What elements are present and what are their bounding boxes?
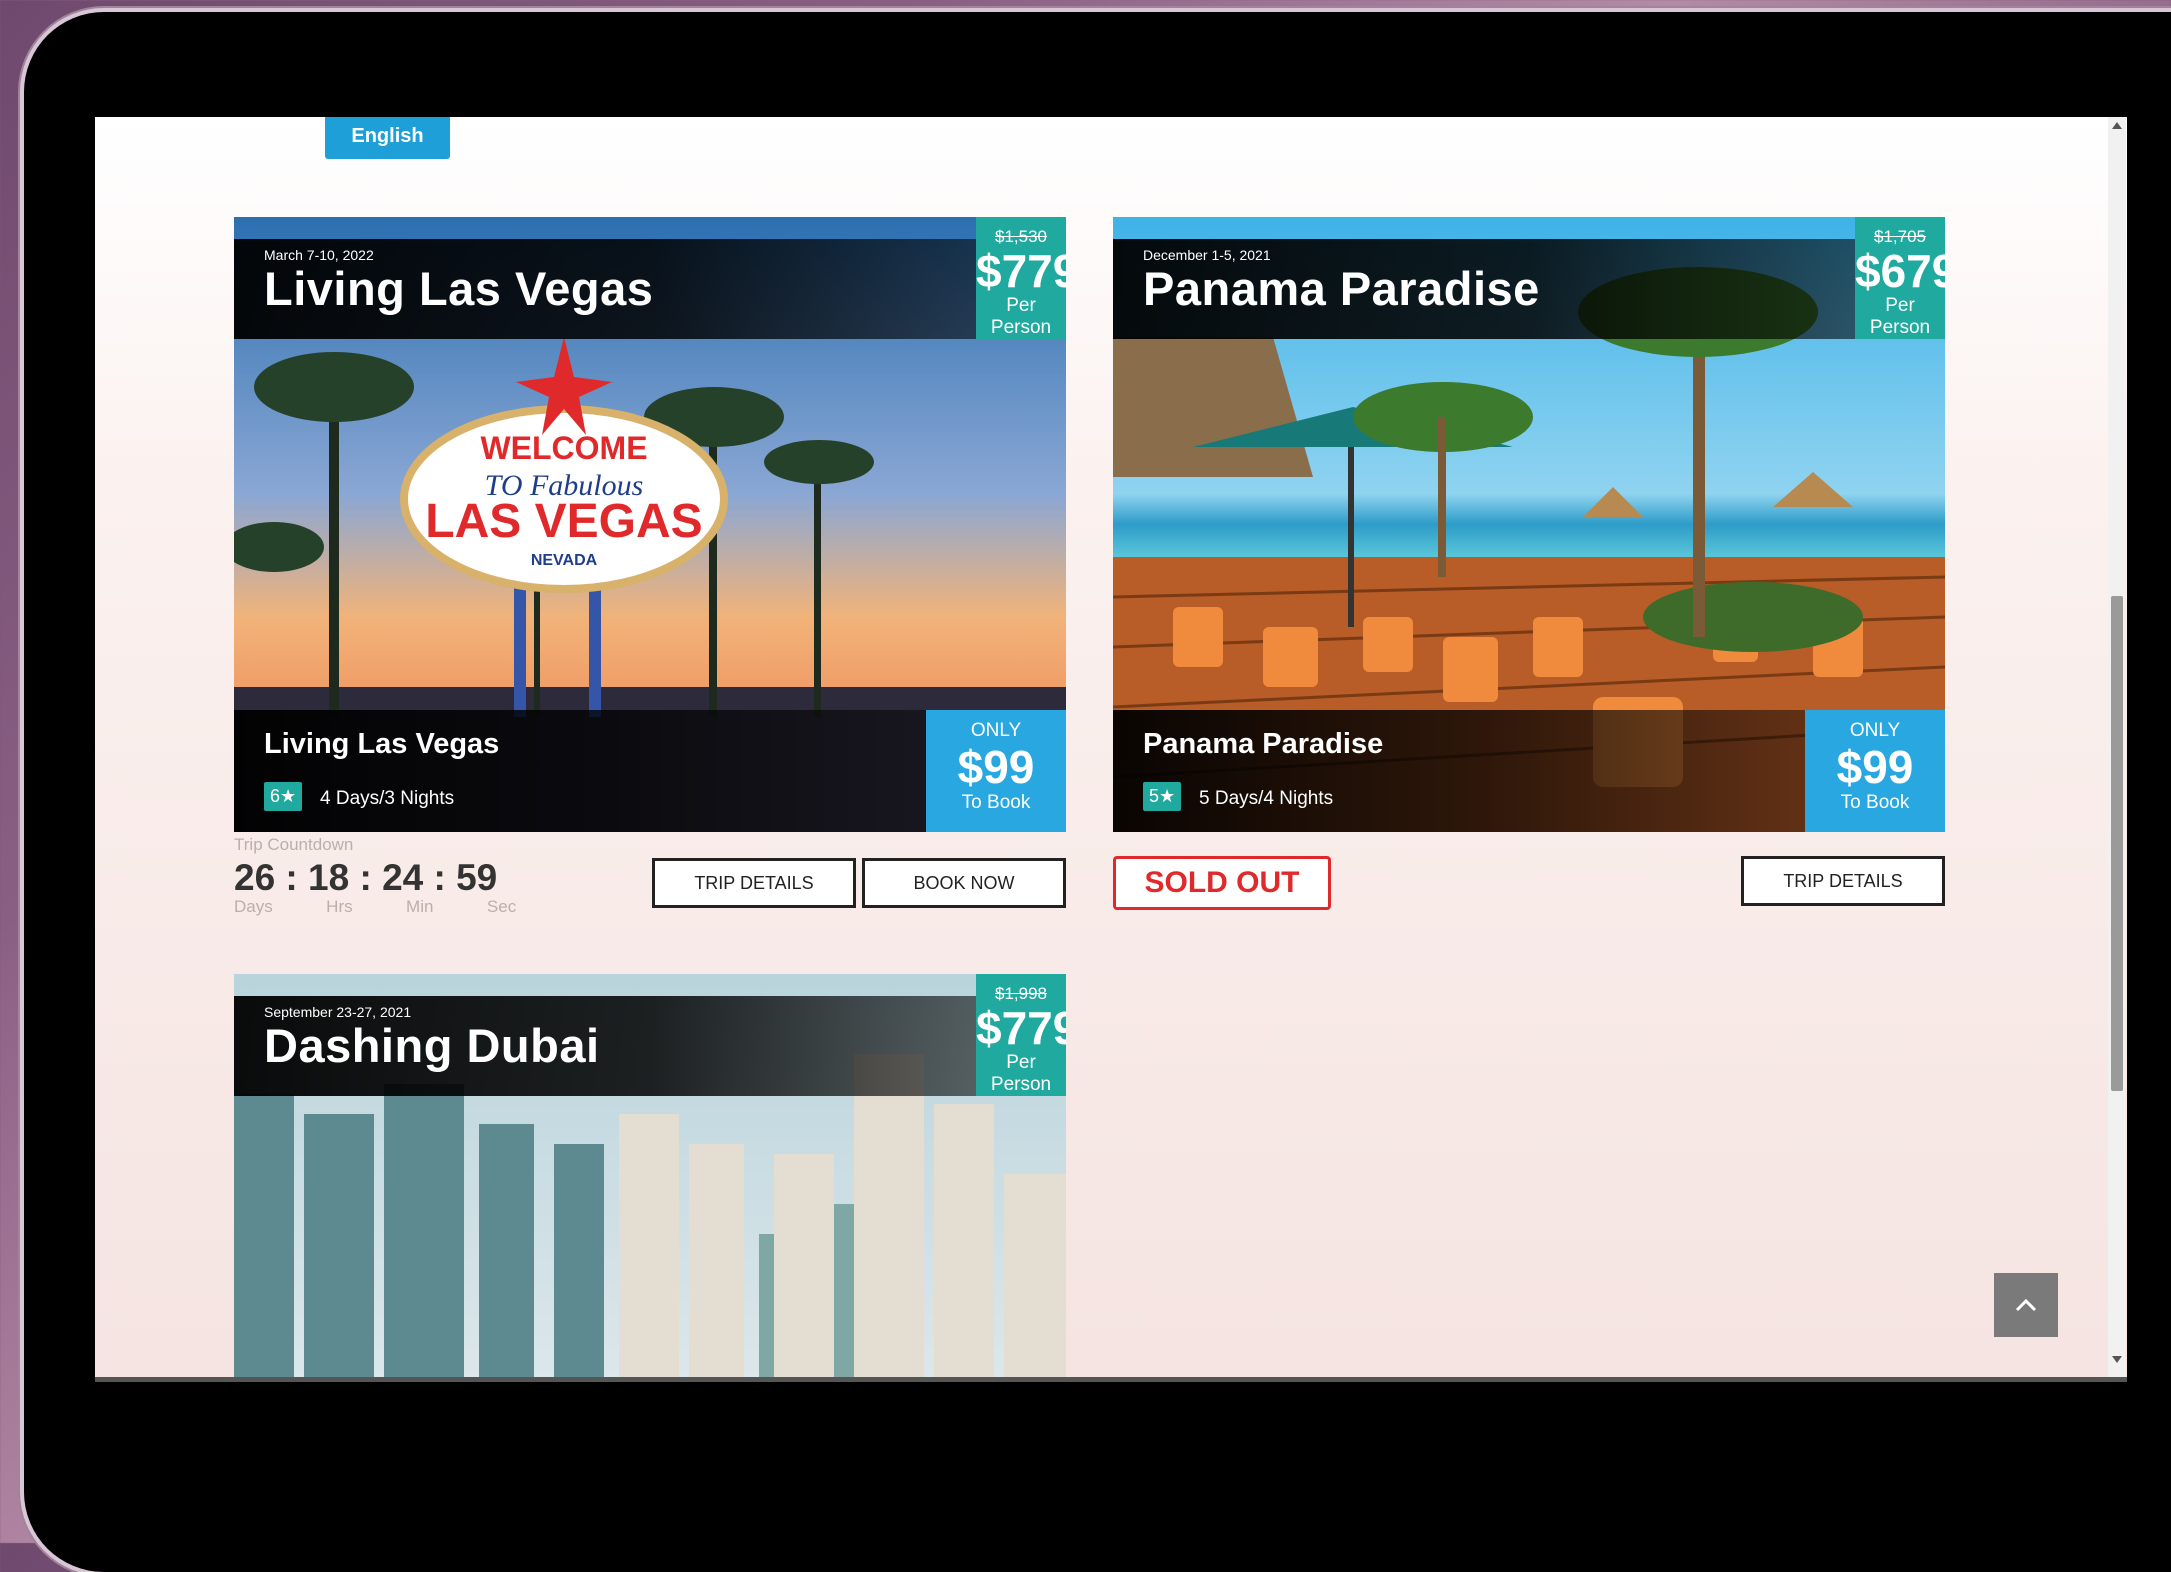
- trip-title[interactable]: Living Las Vegas: [264, 261, 653, 316]
- trip-name: Panama Paradise: [1143, 728, 1384, 760]
- trip-duration: 5 Days/4 Nights: [1199, 788, 1334, 809]
- price-box: $1,530 $779 Per Person: [976, 217, 1066, 339]
- per-person-label: Per Person: [990, 295, 1052, 338]
- language-button[interactable]: English: [325, 117, 450, 159]
- to-book-label: To Book: [1840, 792, 1910, 813]
- old-price: $1,998: [995, 984, 1047, 1003]
- trip-card-las-vegas[interactable]: WELCOME TO Fabulous LAS VEGAS NEVADA Mar…: [234, 217, 1066, 832]
- price-box: $1,998 $779 Per Person: [976, 974, 1066, 1096]
- trip-details-button[interactable]: TRIP DETAILS: [652, 858, 856, 908]
- svg-text:LAS VEGAS: LAS VEGAS: [425, 495, 702, 548]
- per-person-label: Per Person: [1869, 295, 1931, 338]
- price: $779: [976, 245, 1066, 297]
- sold-out-badge: SOLD OUT: [1113, 856, 1331, 910]
- deposit-box: ONLY $99 To Book: [1805, 710, 1945, 832]
- chevron-up-icon: [2015, 1298, 2037, 1312]
- screen-bottom-edge: [95, 1377, 2127, 1382]
- countdown-label: Trip Countdown: [234, 835, 354, 854]
- old-price: $1,530: [995, 227, 1047, 246]
- price-box: $1,705 $679 Per Person: [1855, 217, 1945, 339]
- browser-viewport: English WELCOME TO Fabulous LAS VEGAS NE…: [95, 117, 2127, 1379]
- book-now-button[interactable]: BOOK NOW: [862, 858, 1066, 908]
- price: $779: [976, 1002, 1066, 1054]
- trip-card-panama[interactable]: December 1-5, 2021 Panama Paradise $1,70…: [1113, 217, 1945, 832]
- scroll-down-arrow-icon[interactable]: [2112, 1356, 2122, 1363]
- card-footer-bar: Living Las Vegas 6★ 4 Days/3 Nights ONLY…: [234, 710, 1066, 832]
- only-label: ONLY: [1849, 720, 1901, 741]
- svg-text:NEVADA: NEVADA: [531, 552, 598, 569]
- back-to-top-button[interactable]: [1994, 1273, 2058, 1337]
- old-price: $1,705: [1874, 227, 1926, 246]
- countdown-units: Days Hrs Min Sec: [234, 897, 517, 916]
- card-footer-bar: Panama Paradise 5★ 5 Days/4 Nights ONLY …: [1113, 710, 1945, 832]
- trip-details-button[interactable]: TRIP DETAILS: [1741, 856, 1945, 906]
- countdown-timer: 26 : 18 : 24 : 59: [234, 857, 498, 898]
- svg-text:WELCOME: WELCOME: [480, 430, 647, 466]
- trip-duration: 4 Days/3 Nights: [320, 788, 455, 809]
- deposit-box: ONLY $99 To Book: [926, 710, 1066, 832]
- scrollbar-thumb[interactable]: [2111, 596, 2123, 1091]
- trip-title[interactable]: Dashing Dubai: [264, 1018, 600, 1073]
- only-label: ONLY: [970, 720, 1022, 741]
- trip-name: Living Las Vegas: [264, 728, 500, 760]
- price: $679: [1855, 245, 1945, 297]
- deposit-amount: $99: [1836, 741, 1914, 793]
- scroll-up-arrow-icon[interactable]: [2112, 122, 2122, 129]
- star-rating-badge: 6★: [264, 782, 303, 811]
- deposit-amount: $99: [957, 741, 1035, 793]
- per-person-label: Per Person: [990, 1052, 1052, 1095]
- to-book-label: To Book: [961, 792, 1031, 813]
- star-rating-badge: 5★: [1143, 782, 1182, 811]
- trip-card-dubai[interactable]: September 23-27, 2021 Dashing Dubai $1,9…: [234, 974, 1066, 1379]
- trip-title[interactable]: Panama Paradise: [1143, 261, 1540, 316]
